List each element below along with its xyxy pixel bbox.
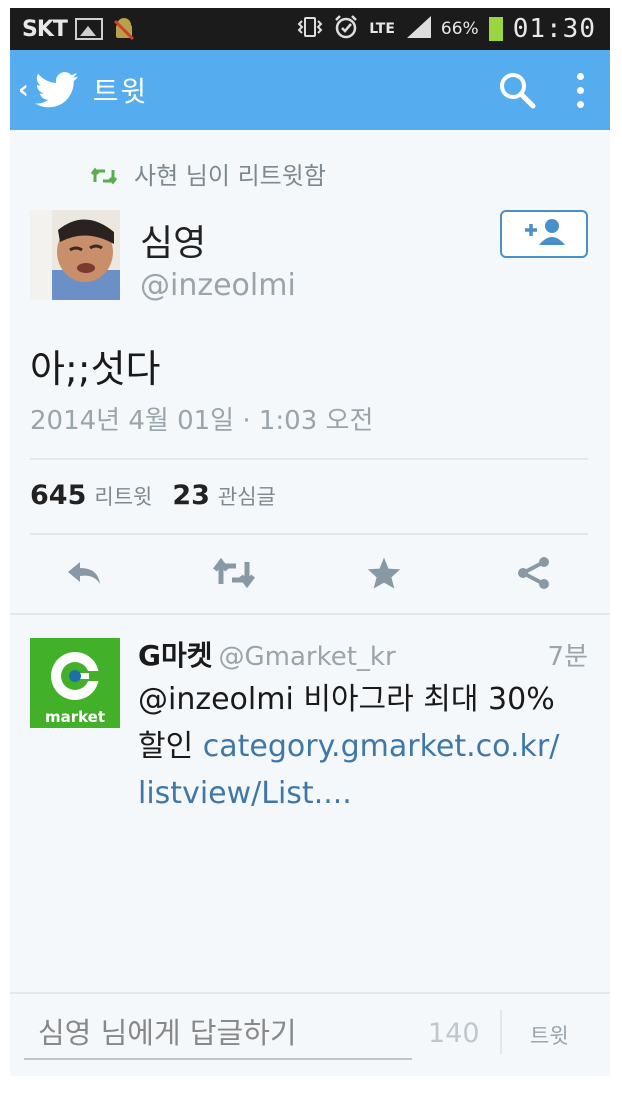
retweeted-by-label: 사현 님이 리트윗함	[134, 162, 326, 190]
tweet-stats: 645 리트윗 23 관심글	[30, 480, 296, 511]
author-name[interactable]: 심영	[140, 214, 206, 266]
search-icon[interactable]	[496, 69, 538, 111]
retweeted-by-line: 사현 님이 리트윗함	[90, 156, 326, 191]
author-handle[interactable]: @inzeolmi	[140, 268, 296, 303]
battery-icon	[488, 17, 503, 41]
alarm-icon	[333, 14, 359, 44]
overflow-menu-icon[interactable]	[560, 69, 600, 111]
twitter-bird-icon[interactable]	[34, 72, 79, 108]
reply-author-name[interactable]: G마켓	[138, 639, 213, 672]
divider	[30, 533, 588, 535]
reply-author-handle[interactable]: @Gmarket_kr	[219, 642, 396, 672]
image-notification-icon	[74, 18, 103, 40]
section-divider	[10, 613, 610, 615]
tweet-text: 아;;섯다	[30, 347, 161, 391]
tweet-timestamp: 2014년 4월 01일 · 1:03 오전	[30, 406, 374, 436]
reply-time: 7분	[547, 642, 588, 672]
tweet-actions	[10, 553, 610, 593]
reply-link-cont[interactable]: listview/List....	[138, 776, 352, 811]
reply-text-line2: 할인	[138, 729, 203, 764]
compose-separator	[500, 1010, 502, 1054]
reply-icon[interactable]	[62, 553, 106, 593]
phone-screen: SKT LTE 66% 01:30 ‹ 트윗 사현 님이 리트윗함 심영 @in…	[10, 8, 610, 1076]
reply-author[interactable]: G마켓 @Gmarket_kr	[138, 634, 396, 674]
carrier-label: SKT	[22, 16, 68, 42]
add-user-icon	[521, 217, 567, 251]
reply-avatar[interactable]: market	[30, 638, 120, 728]
status-right-group: LTE 66% 01:30	[297, 14, 596, 44]
retweet-count-label[interactable]: 리트윗	[94, 481, 152, 511]
author-avatar[interactable]	[30, 210, 120, 300]
reply-avatar-text: market	[45, 708, 105, 726]
status-clock: 01:30	[512, 14, 596, 44]
retweet-icon[interactable]	[212, 553, 256, 593]
vibrate-icon	[297, 16, 323, 42]
lte-indicator: LTE	[369, 21, 395, 37]
reply-link[interactable]: category.gmarket.co.kr/	[203, 729, 560, 764]
char-counter: 140	[428, 1018, 480, 1049]
page-title: 트윗	[92, 75, 149, 108]
reply-text: @inzeolmi 비아그라 최대 30% 할인 category.gmarke…	[138, 676, 588, 817]
signal-icon	[405, 16, 431, 42]
reply-input[interactable]: 심영 님에게 답글하기	[24, 1006, 412, 1060]
battery-percent: 66%	[440, 19, 479, 39]
reply-mention[interactable]: @inzeolmi	[138, 682, 294, 717]
favorite-star-icon[interactable]	[362, 553, 406, 593]
favorite-count-label[interactable]: 관심글	[218, 481, 276, 511]
android-debug-icon	[113, 17, 135, 41]
reply-compose-bar: 심영 님에게 답글하기 140 트윗	[10, 992, 610, 1076]
tweet-submit-button[interactable]: 트윗	[530, 1020, 569, 1050]
follow-button[interactable]	[500, 210, 588, 258]
reply-text-line1: 비아그라 최대 30%	[293, 682, 555, 717]
share-icon[interactable]	[512, 553, 556, 593]
status-bar: SKT LTE 66% 01:30	[10, 8, 610, 50]
back-chevron-icon[interactable]: ‹	[18, 75, 29, 105]
favorite-count[interactable]: 23	[172, 480, 210, 511]
retweet-small-icon	[90, 164, 118, 184]
app-bar: ‹ 트윗	[10, 50, 610, 130]
divider	[30, 458, 588, 460]
retweet-count[interactable]: 645	[30, 480, 86, 511]
